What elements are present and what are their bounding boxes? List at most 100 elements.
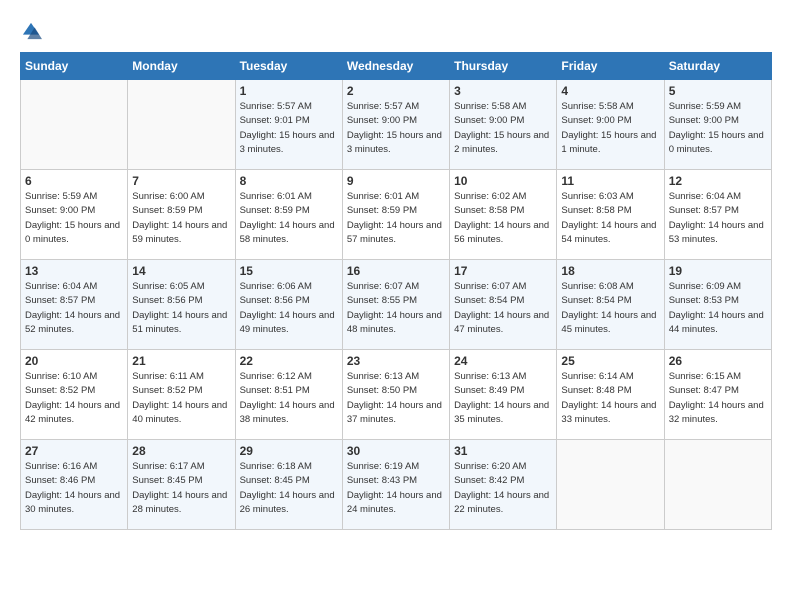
calendar-cell: 18 Sunrise: 6:08 AMSunset: 8:54 PMDayligh… bbox=[557, 260, 664, 350]
page-header bbox=[20, 20, 772, 42]
calendar-cell: 14 Sunrise: 6:05 AMSunset: 8:56 PMDayligh… bbox=[128, 260, 235, 350]
day-number: 21 bbox=[132, 354, 230, 368]
calendar-cell: 22Sunrise: 6:12 AMSunset: 8:51 PMDayligh… bbox=[235, 350, 342, 440]
day-info: Sunrise: 6:10 AMSunset: 8:52 PMDaylight:… bbox=[25, 370, 123, 427]
weekday-header: Monday bbox=[128, 53, 235, 80]
calendar-cell: 19 Sunrise: 6:09 AMSunset: 8:53 PMDayligh… bbox=[664, 260, 771, 350]
weekday-header: Thursday bbox=[450, 53, 557, 80]
day-info: Sunrise: 5:59 AMSunset: 9:00 PMDaylight:… bbox=[669, 100, 767, 157]
calendar-cell: 17Sunrise: 6:07 AMSunset: 8:54 PMDayligh… bbox=[450, 260, 557, 350]
day-info: Sunrise: 6:04 AMSunset: 8:57 PMDaylight:… bbox=[25, 280, 123, 337]
day-number: 2 bbox=[347, 84, 445, 98]
calendar-cell: 20 Sunrise: 6:10 AMSunset: 8:52 PMDayligh… bbox=[21, 350, 128, 440]
day-number: 6 bbox=[25, 174, 123, 188]
calendar-cell: 27 Sunrise: 6:16 AMSunset: 8:46 PMDayligh… bbox=[21, 440, 128, 530]
calendar-cell: 24 Sunrise: 6:13 AMSunset: 8:49 PMDayligh… bbox=[450, 350, 557, 440]
calendar-cell bbox=[664, 440, 771, 530]
calendar-week-row: 1 Sunrise: 5:57 AMSunset: 9:01 PMDaylight… bbox=[21, 80, 772, 170]
calendar-cell: 9Sunrise: 6:01 AMSunset: 8:59 PMDaylight… bbox=[342, 170, 449, 260]
day-number: 14 bbox=[132, 264, 230, 278]
calendar-cell: 3 Sunrise: 5:58 AMSunset: 9:00 PMDaylight… bbox=[450, 80, 557, 170]
calendar-cell: 25 Sunrise: 6:14 AMSunset: 8:48 PMDayligh… bbox=[557, 350, 664, 440]
calendar-cell: 8Sunrise: 6:01 AMSunset: 8:59 PMDaylight… bbox=[235, 170, 342, 260]
day-number: 22 bbox=[240, 354, 338, 368]
day-info: Sunrise: 6:05 AMSunset: 8:56 PMDaylight:… bbox=[132, 280, 230, 337]
day-number: 25 bbox=[561, 354, 659, 368]
day-info: Sunrise: 5:57 AMSunset: 9:01 PMDaylight:… bbox=[240, 100, 338, 157]
day-info: Sunrise: 6:08 AMSunset: 8:54 PMDaylight:… bbox=[561, 280, 659, 337]
day-number: 12 bbox=[669, 174, 767, 188]
day-info: Sunrise: 6:00 AMSunset: 8:59 PMDaylight:… bbox=[132, 190, 230, 247]
calendar-cell: 28Sunrise: 6:17 AMSunset: 8:45 PMDayligh… bbox=[128, 440, 235, 530]
day-info: Sunrise: 6:11 AMSunset: 8:52 PMDaylight:… bbox=[132, 370, 230, 427]
day-number: 15 bbox=[240, 264, 338, 278]
calendar-cell: 7 Sunrise: 6:00 AMSunset: 8:59 PMDaylight… bbox=[128, 170, 235, 260]
day-info: Sunrise: 6:20 AMSunset: 8:42 PMDaylight:… bbox=[454, 460, 552, 517]
day-number: 29 bbox=[240, 444, 338, 458]
day-number: 11 bbox=[561, 174, 659, 188]
weekday-header: Wednesday bbox=[342, 53, 449, 80]
weekday-header-row: SundayMondayTuesdayWednesdayThursdayFrid… bbox=[21, 53, 772, 80]
calendar-cell: 1 Sunrise: 5:57 AMSunset: 9:01 PMDaylight… bbox=[235, 80, 342, 170]
day-info: Sunrise: 6:14 AMSunset: 8:48 PMDaylight:… bbox=[561, 370, 659, 427]
calendar-cell: 4 Sunrise: 5:58 AMSunset: 9:00 PMDaylight… bbox=[557, 80, 664, 170]
calendar-cell: 2 Sunrise: 5:57 AMSunset: 9:00 PMDaylight… bbox=[342, 80, 449, 170]
logo bbox=[20, 20, 46, 42]
day-info: Sunrise: 6:13 AMSunset: 8:50 PMDaylight:… bbox=[347, 370, 445, 427]
calendar-cell: 31 Sunrise: 6:20 AMSunset: 8:42 PMDayligh… bbox=[450, 440, 557, 530]
calendar-cell: 26Sunrise: 6:15 AMSunset: 8:47 PMDayligh… bbox=[664, 350, 771, 440]
day-number: 1 bbox=[240, 84, 338, 98]
day-info: Sunrise: 5:58 AMSunset: 9:00 PMDaylight:… bbox=[561, 100, 659, 157]
calendar-cell: 21 Sunrise: 6:11 AMSunset: 8:52 PMDayligh… bbox=[128, 350, 235, 440]
day-info: Sunrise: 6:09 AMSunset: 8:53 PMDaylight:… bbox=[669, 280, 767, 337]
weekday-header: Friday bbox=[557, 53, 664, 80]
calendar-table: SundayMondayTuesdayWednesdayThursdayFrid… bbox=[20, 52, 772, 530]
calendar-cell: 6 Sunrise: 5:59 AMSunset: 9:00 PMDaylight… bbox=[21, 170, 128, 260]
day-number: 27 bbox=[25, 444, 123, 458]
day-info: Sunrise: 6:04 AMSunset: 8:57 PMDaylight:… bbox=[669, 190, 767, 247]
day-info: Sunrise: 6:07 AMSunset: 8:55 PMDaylight:… bbox=[347, 280, 445, 337]
calendar-week-row: 6 Sunrise: 5:59 AMSunset: 9:00 PMDaylight… bbox=[21, 170, 772, 260]
day-number: 31 bbox=[454, 444, 552, 458]
day-info: Sunrise: 6:13 AMSunset: 8:49 PMDaylight:… bbox=[454, 370, 552, 427]
calendar-cell: 30Sunrise: 6:19 AMSunset: 8:43 PMDayligh… bbox=[342, 440, 449, 530]
calendar-cell: 11 Sunrise: 6:03 AMSunset: 8:58 PMDayligh… bbox=[557, 170, 664, 260]
day-info: Sunrise: 6:03 AMSunset: 8:58 PMDaylight:… bbox=[561, 190, 659, 247]
calendar-cell bbox=[128, 80, 235, 170]
calendar-cell: 10Sunrise: 6:02 AMSunset: 8:58 PMDayligh… bbox=[450, 170, 557, 260]
day-info: Sunrise: 6:06 AMSunset: 8:56 PMDaylight:… bbox=[240, 280, 338, 337]
day-info: Sunrise: 5:59 AMSunset: 9:00 PMDaylight:… bbox=[25, 190, 123, 247]
day-number: 3 bbox=[454, 84, 552, 98]
day-number: 4 bbox=[561, 84, 659, 98]
calendar-week-row: 13 Sunrise: 6:04 AMSunset: 8:57 PMDayligh… bbox=[21, 260, 772, 350]
day-info: Sunrise: 6:17 AMSunset: 8:45 PMDaylight:… bbox=[132, 460, 230, 517]
day-info: Sunrise: 6:16 AMSunset: 8:46 PMDaylight:… bbox=[25, 460, 123, 517]
day-number: 26 bbox=[669, 354, 767, 368]
day-number: 8 bbox=[240, 174, 338, 188]
day-number: 5 bbox=[669, 84, 767, 98]
day-info: Sunrise: 5:58 AMSunset: 9:00 PMDaylight:… bbox=[454, 100, 552, 157]
calendar-cell: 23Sunrise: 6:13 AMSunset: 8:50 PMDayligh… bbox=[342, 350, 449, 440]
weekday-header: Tuesday bbox=[235, 53, 342, 80]
calendar-week-row: 20 Sunrise: 6:10 AMSunset: 8:52 PMDayligh… bbox=[21, 350, 772, 440]
logo-icon bbox=[20, 20, 42, 42]
day-info: Sunrise: 5:57 AMSunset: 9:00 PMDaylight:… bbox=[347, 100, 445, 157]
day-number: 10 bbox=[454, 174, 552, 188]
calendar-cell: 15 Sunrise: 6:06 AMSunset: 8:56 PMDayligh… bbox=[235, 260, 342, 350]
weekday-header: Sunday bbox=[21, 53, 128, 80]
day-info: Sunrise: 6:07 AMSunset: 8:54 PMDaylight:… bbox=[454, 280, 552, 337]
weekday-header: Saturday bbox=[664, 53, 771, 80]
day-number: 13 bbox=[25, 264, 123, 278]
day-number: 18 bbox=[561, 264, 659, 278]
calendar-cell: 13 Sunrise: 6:04 AMSunset: 8:57 PMDayligh… bbox=[21, 260, 128, 350]
day-number: 16 bbox=[347, 264, 445, 278]
calendar-cell: 29Sunrise: 6:18 AMSunset: 8:45 PMDayligh… bbox=[235, 440, 342, 530]
day-number: 19 bbox=[669, 264, 767, 278]
day-info: Sunrise: 6:01 AMSunset: 8:59 PMDaylight:… bbox=[347, 190, 445, 247]
day-number: 24 bbox=[454, 354, 552, 368]
calendar-cell: 12 Sunrise: 6:04 AMSunset: 8:57 PMDayligh… bbox=[664, 170, 771, 260]
calendar-cell: 16 Sunrise: 6:07 AMSunset: 8:55 PMDayligh… bbox=[342, 260, 449, 350]
day-number: 20 bbox=[25, 354, 123, 368]
day-number: 7 bbox=[132, 174, 230, 188]
day-number: 30 bbox=[347, 444, 445, 458]
